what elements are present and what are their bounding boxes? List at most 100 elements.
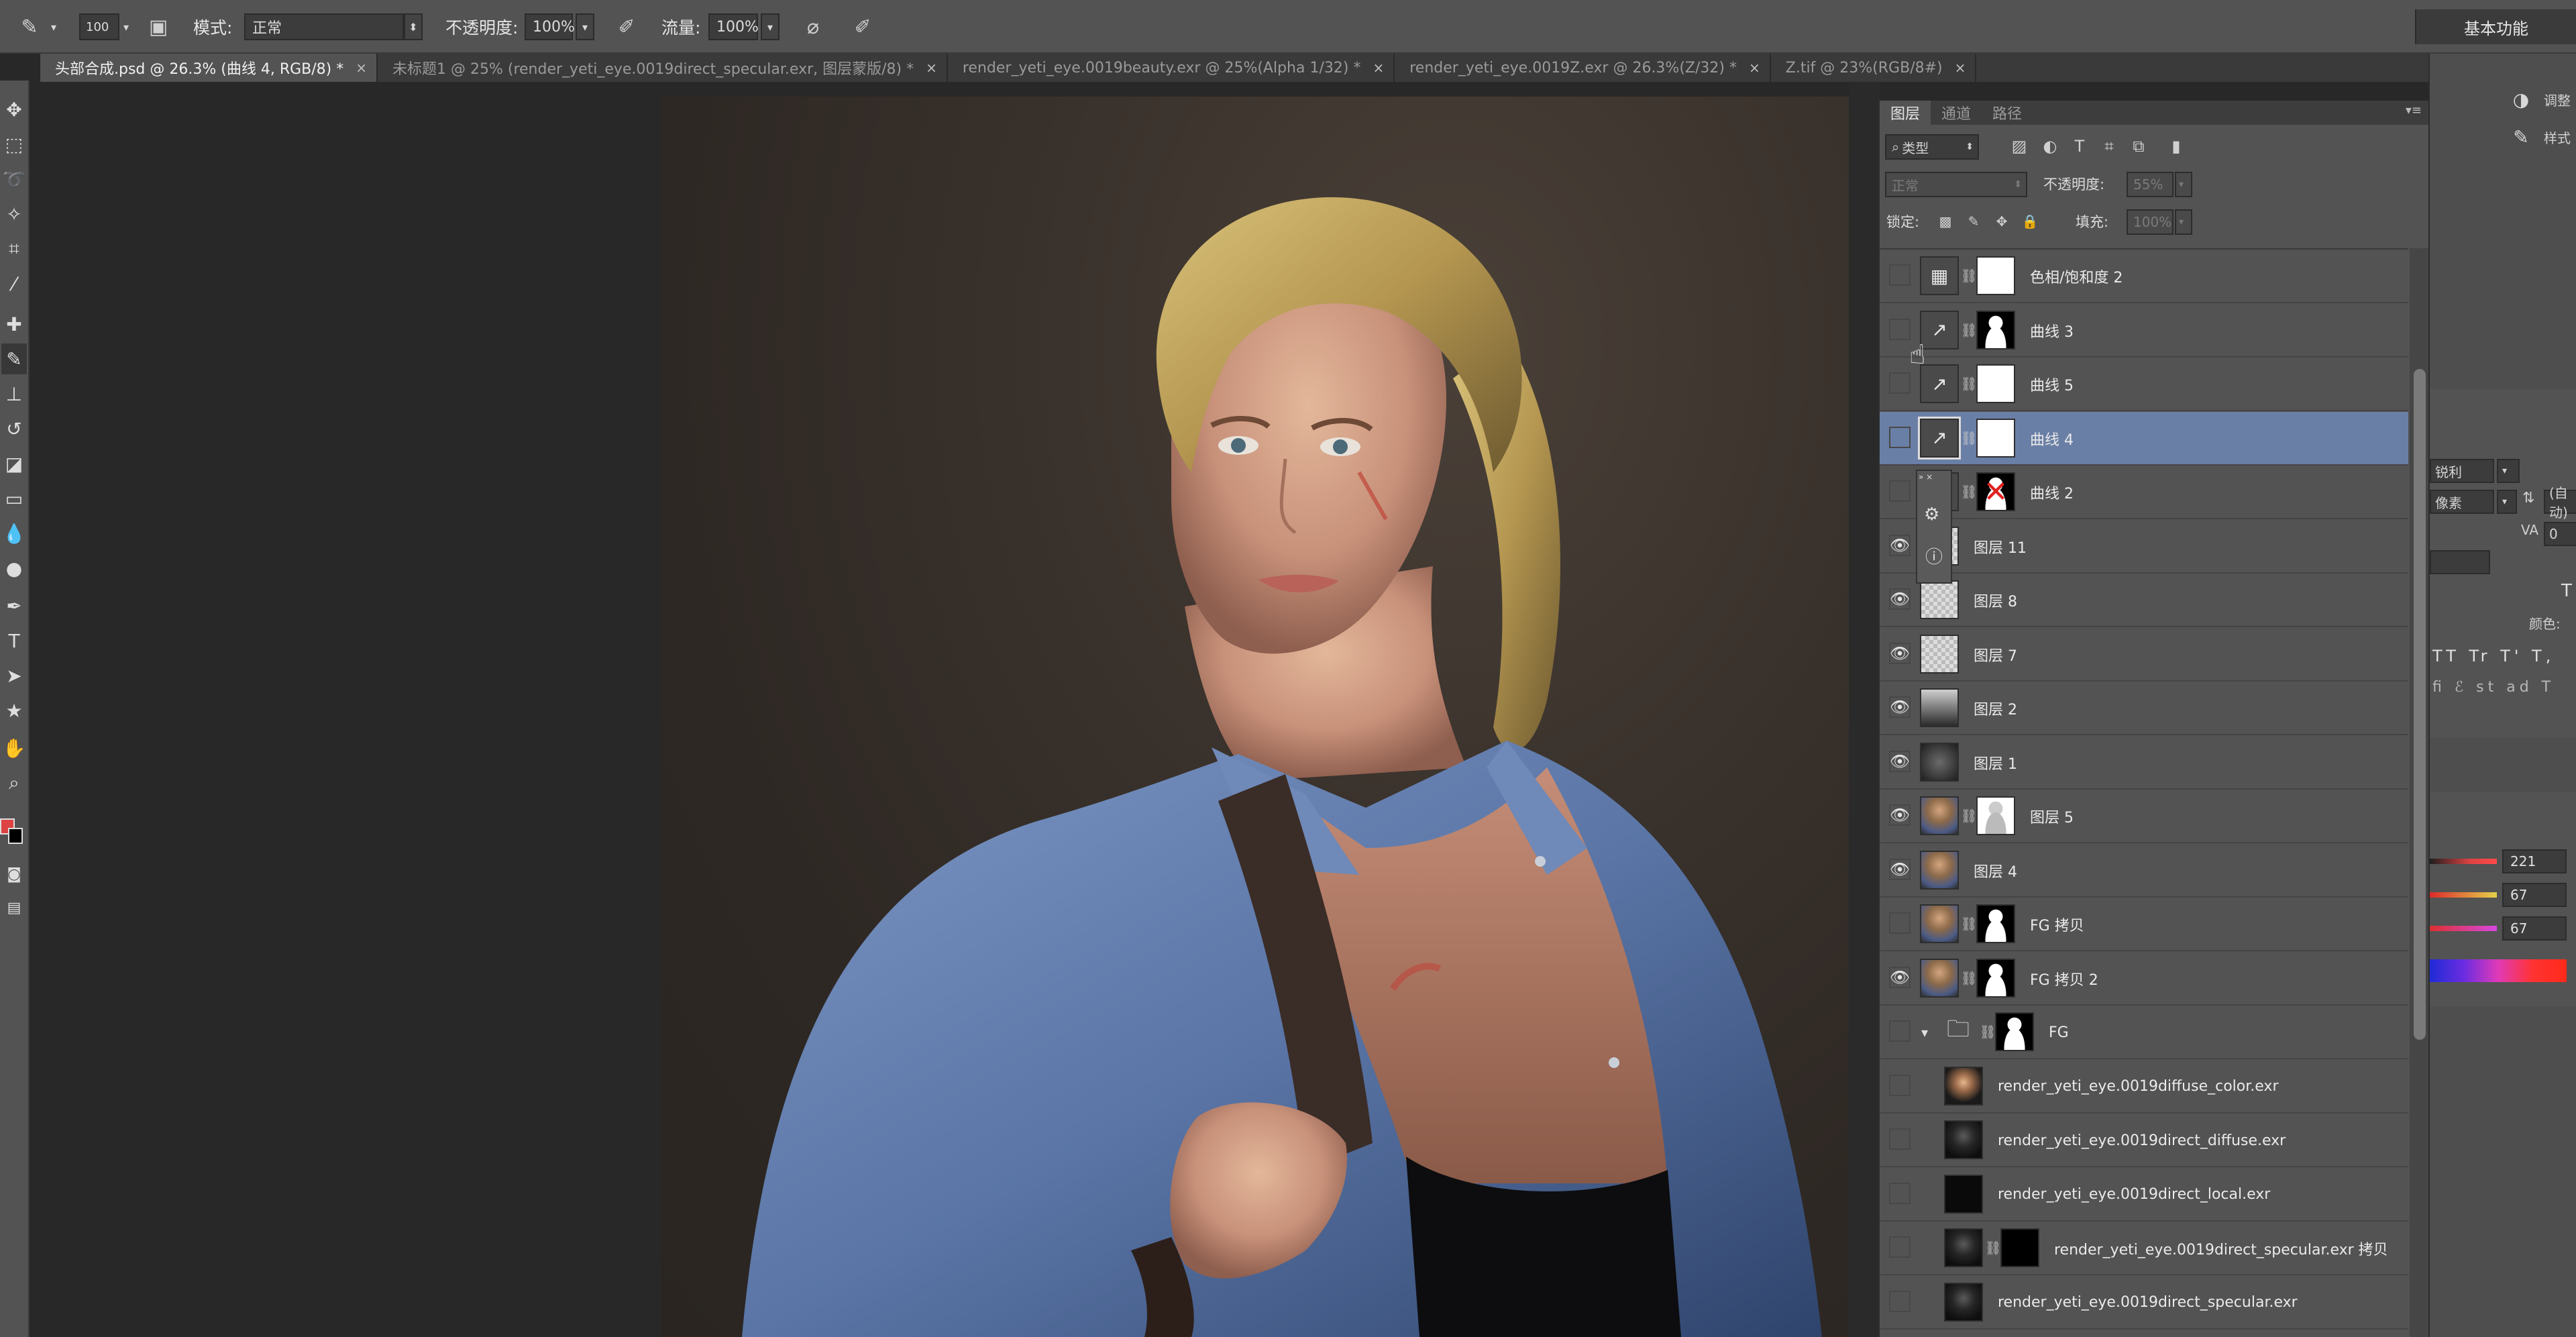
brush-tool-icon[interactable]: ✎ <box>1 343 27 374</box>
chevron-down-icon[interactable]: ▾ <box>1921 1024 1928 1040</box>
opentype-buttons[interactable]: ﬁ ℰ st ad T <box>2432 679 2555 696</box>
brush-panel-toggle-icon[interactable]: ▣ <box>144 12 173 42</box>
layer-opacity-input[interactable]: 55% <box>2127 172 2174 197</box>
layer-row[interactable]: 👁 图层 4 <box>1880 843 2408 898</box>
close-icon[interactable]: × <box>1955 60 1966 76</box>
layer-row[interactable]: 👁 ⛓ FG 拷贝 2 <box>1880 951 2408 1006</box>
link-icon[interactable]: ⛓ <box>1960 374 1977 394</box>
layer-mask-thumbnail[interactable] <box>1976 418 2015 458</box>
pressure-opacity-icon[interactable]: ✐ <box>612 12 641 42</box>
hand-tool-icon[interactable]: ✋ <box>1 733 27 763</box>
tab-document-2[interactable]: 未标题1 @ 25% (render_yeti_eye.0019direct_s… <box>378 54 948 82</box>
eyedropper-icon[interactable]: ⁄ <box>1 268 27 299</box>
layer-filter-select[interactable]: ⌕ 类型 ⬍ <box>1885 134 1979 160</box>
brush-picker-arrow[interactable]: ▾ <box>119 13 133 40</box>
layer-row[interactable]: 👁 ⛓ FG 拷贝 <box>1880 898 2408 951</box>
lasso-tool-icon[interactable]: ➰ <box>1 164 27 195</box>
anti-alias-arrow[interactable]: ▾ <box>2497 459 2520 483</box>
canvas-area[interactable] <box>31 82 1880 1337</box>
filter-type-icon[interactable]: T <box>2068 134 2092 158</box>
styles-icon[interactable]: ✎ <box>2509 125 2533 149</box>
lock-all-icon[interactable]: 🔒 <box>2018 209 2042 233</box>
pen-tool-icon[interactable]: ✒ <box>1 590 27 621</box>
dodge-tool-icon[interactable]: ● <box>1 553 27 584</box>
lock-position-icon[interactable]: ✥ <box>1990 209 2014 233</box>
shape-tool-icon[interactable]: ★ <box>1 695 27 726</box>
link-icon[interactable]: ⛓ <box>1960 266 1977 286</box>
opacity-input[interactable]: 100% <box>525 13 575 40</box>
healing-brush-icon[interactable]: ✚ <box>1 309 27 339</box>
layer-mask-thumbnail[interactable] <box>1976 364 2015 403</box>
layer-row[interactable]: 👁 render_yeti_eye.0019direct_local.exr <box>1880 1167 2408 1222</box>
link-icon[interactable]: ⛓ <box>1960 428 1977 448</box>
fill-arrow[interactable]: ▾ <box>2175 209 2192 235</box>
layer-row[interactable]: 👁 ↗⛓ 曲线 5 <box>1880 358 2408 411</box>
tracking-input[interactable]: 0 <box>2544 522 2576 546</box>
path-selection-icon[interactable]: ➤ <box>1 660 27 691</box>
lock-transparent-icon[interactable]: ▩ <box>1933 209 1957 233</box>
layer-row[interactable]: 👁↗⛓✕曲线 2 <box>1880 466 2408 519</box>
layer-row[interactable]: 👁 render_yeti_eye.0019direct_diffuse.exr <box>1880 1114 2408 1167</box>
document-canvas[interactable] <box>661 97 1880 1337</box>
link-icon[interactable]: ⛓ <box>1960 968 1977 988</box>
fill-input[interactable]: 100% <box>2127 209 2174 235</box>
flow-slider-arrow[interactable]: ▾ <box>761 13 780 40</box>
layer-mask-thumbnail[interactable] <box>1976 904 2015 943</box>
mode-select[interactable]: 正常 <box>244 13 404 40</box>
layers-scroll-thumb[interactable] <box>2414 369 2426 1040</box>
lock-pixels-icon[interactable]: ✎ <box>1962 209 1986 233</box>
layer-row[interactable]: 👁 图层 2 <box>1880 682 2408 735</box>
color-spectrum-bar[interactable] <box>2430 959 2567 982</box>
crop-tool-icon[interactable]: ⌗ <box>1 233 27 264</box>
tab-layers[interactable]: 图层 <box>1880 101 1931 125</box>
adjustments-icon[interactable]: ◑ <box>2509 87 2533 111</box>
close-icon[interactable]: × <box>1373 60 1384 76</box>
mode-dropdown-arrow[interactable]: ⬍ <box>404 13 423 40</box>
airbrush-icon[interactable]: ⌀ <box>798 12 828 42</box>
kerning-select[interactable] <box>2430 550 2490 574</box>
layer-mask-thumbnail[interactable] <box>1995 1012 2034 1051</box>
flow-input[interactable]: 100% <box>708 13 759 40</box>
layer-row[interactable]: 👁 render_yeti_eye.0019direct_specular.exr <box>1880 1275 2408 1330</box>
anti-alias-select[interactable]: 锐利 <box>2430 459 2494 483</box>
units-arrow[interactable]: ▾ <box>2497 490 2517 514</box>
link-icon[interactable]: ⛓ <box>1960 482 1977 502</box>
close-icon[interactable]: × <box>356 60 367 76</box>
workspace-switcher[interactable]: 基本功能 <box>2415 9 2576 44</box>
close-icon[interactable]: × <box>926 60 937 76</box>
layer-row[interactable]: 👁 ▦⛓ 色相/饱和度 2 <box>1880 250 2408 303</box>
layer-row[interactable]: 👁 ↗⛓ 曲线 3 <box>1880 303 2408 358</box>
link-icon[interactable]: ⛓ <box>1960 806 1977 826</box>
filter-smart-object-icon[interactable]: ⧉ <box>2127 134 2151 158</box>
layers-scrollbar[interactable] <box>2410 248 2430 1337</box>
layer-mask-thumbnail[interactable] <box>1976 256 2015 295</box>
layer-mask-thumbnail[interactable]: ✕ <box>1976 472 2015 511</box>
layer-row[interactable]: 👁 图层 8 <box>1880 574 2408 627</box>
brush-tool-preset-icon[interactable]: ✎ <box>15 12 44 42</box>
info-icon[interactable]: ⓘ <box>1925 543 1943 568</box>
layer-mask-thumbnail[interactable] <box>1976 958 2015 998</box>
layer-mask-thumbnail[interactable] <box>1976 796 2015 835</box>
link-icon[interactable]: ⛓ <box>1960 320 1977 340</box>
eraser-icon[interactable]: ◪ <box>1 448 27 479</box>
filter-pixel-icon[interactable]: ▨ <box>2007 134 2031 158</box>
quick-mask-icon[interactable]: ◙ <box>1 859 27 890</box>
clone-stamp-icon[interactable]: ⊥ <box>1 378 27 409</box>
blue-input[interactable]: 67 <box>2502 916 2567 941</box>
units-select[interactable]: 像素 <box>2430 490 2494 514</box>
layer-mask-thumbnail[interactable] <box>1976 310 2015 350</box>
green-slider[interactable] <box>2430 892 2497 898</box>
magic-wand-icon[interactable]: ✧ <box>1 199 27 229</box>
blue-slider[interactable] <box>2430 926 2497 931</box>
tab-document-1[interactable]: 头部合成.psd @ 26.3% (曲线 4, RGB/8) * × <box>40 54 378 82</box>
pressure-size-icon[interactable]: ✐ <box>848 12 877 42</box>
layer-row[interactable]: 👁 ⛓ render_yeti_eye.0019direct_specular.ex… <box>1880 1222 2408 1275</box>
layer-row[interactable]: 👁 图层 7 <box>1880 627 2408 682</box>
link-icon[interactable]: ⛓ <box>1960 914 1977 934</box>
red-slider[interactable] <box>2430 859 2497 864</box>
tab-channels[interactable]: 通道 <box>1931 101 1982 125</box>
layer-mask-thumbnail[interactable] <box>2000 1228 2039 1267</box>
layer-row[interactable]: 👁 render_yeti_eye.0019diffuse_color.exr <box>1880 1059 2408 1114</box>
layer-opacity-arrow[interactable]: ▾ <box>2175 172 2192 197</box>
properties-icon[interactable]: ⚙ <box>1924 504 1939 525</box>
